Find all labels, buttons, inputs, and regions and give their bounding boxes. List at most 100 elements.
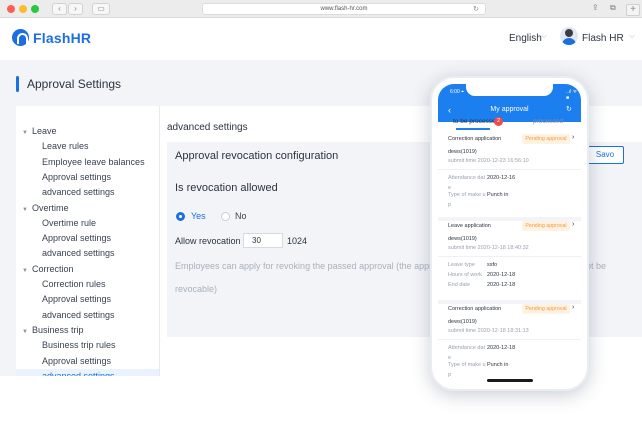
sidebar-group[interactable]: ▼ Leave <box>22 124 57 139</box>
applicant-name: dews(1019) <box>448 319 477 325</box>
sidebar-item-label: Employee leave balances <box>42 156 145 167</box>
sidebar-group[interactable]: ▼ Overtime <box>22 201 69 216</box>
sidebar-group[interactable]: ▼ Correction <box>22 262 74 277</box>
hint-text-line2: revocable) <box>175 284 218 294</box>
reload-icon[interactable]: ↻ <box>473 4 479 15</box>
divider <box>438 339 581 340</box>
field-value: Punch in <box>487 362 509 368</box>
chevron-right-icon[interactable]: › <box>572 134 574 141</box>
status-badge: Pending approval <box>522 221 570 231</box>
page-title: Approval Settings <box>27 77 122 91</box>
title-accent-bar <box>16 76 19 92</box>
sidebar-item[interactable]: advanced settings <box>16 368 159 376</box>
field-key: Type of make u <box>448 192 486 198</box>
user-menu[interactable]: Flash HR <box>582 33 624 44</box>
sidebar-item-label: advanced settings <box>42 187 115 198</box>
sidebar-item[interactable]: Approval settings <box>42 354 111 369</box>
language-selector[interactable]: English <box>509 33 542 44</box>
sidebar-toggle-icon[interactable]: ▭ <box>92 3 110 15</box>
sidebar-item[interactable]: Approval settings <box>42 292 111 307</box>
url-text: www.flash-hr.com <box>320 6 368 12</box>
divider <box>438 169 581 170</box>
sidebar-item[interactable]: Leave rules <box>42 139 89 154</box>
field-value: 2020-12-18 <box>487 272 516 278</box>
forward-icon[interactable]: › <box>68 3 83 15</box>
field-value: ssfo <box>487 262 498 268</box>
caret-down-icon: ▼ <box>22 267 28 274</box>
submit-time: submit time 2020-12-23 16:56:10 <box>448 158 529 164</box>
sidebar-item-label: Business trip <box>32 324 84 335</box>
sidebar-item[interactable]: Overtime rule <box>42 216 96 231</box>
application-type: Leave application <box>448 223 491 229</box>
field-key: Leave type <box>448 262 475 268</box>
field-key: p <box>448 202 452 208</box>
revocation-question: Is revocation allowed <box>175 182 278 194</box>
card-title: Approval revocation configuration <box>175 150 339 162</box>
caret-down-icon: ▼ <box>22 328 28 335</box>
save-button[interactable]: Savo <box>586 146 624 164</box>
phone-title: My approval <box>490 106 529 113</box>
maximize-window-button[interactable] <box>31 5 39 13</box>
sidebar-item-label: Correction <box>32 263 74 274</box>
revocation-days-input[interactable]: 30 <box>243 233 283 248</box>
field-key: e <box>448 185 452 191</box>
sidebar-item[interactable]: Approval settings <box>42 231 111 246</box>
sidebar-item-label: Approval settings <box>42 171 112 182</box>
radio-yes[interactable] <box>176 212 185 221</box>
field-key: Hours of work <box>448 272 482 278</box>
radio-yes-label[interactable]: Yes <box>191 211 206 221</box>
application-type: Correction application <box>448 306 502 312</box>
new-tab-button[interactable]: + <box>626 4 640 16</box>
sidebar-group[interactable]: ▼ Business trip <box>22 323 84 338</box>
share-icon[interactable]: ⇪ <box>592 3 599 12</box>
sidebar-item-label: Leave <box>32 126 57 136</box>
submit-time: submit time 2020-12-18 18:31:13 <box>448 328 529 334</box>
field-key: Attendance dat <box>448 175 486 181</box>
allow-revocation-label: Allow revocation <box>175 236 241 246</box>
sidebar-item-label: advanced settings <box>42 309 115 320</box>
active-tab-underline <box>456 128 490 130</box>
radio-no[interactable] <box>221 212 230 221</box>
chevron-down-icon[interactable]: ⌵ <box>541 31 547 41</box>
hint-text-tail: ot be <box>586 261 607 271</box>
caret-down-icon: ▼ <box>22 206 28 213</box>
field-key: End date <box>448 282 471 288</box>
sidebar-item[interactable]: Employee leave balances <box>42 155 145 170</box>
sidebar-item[interactable]: Business trip rules <box>42 338 116 353</box>
sidebar-item[interactable]: advanced settings <box>42 308 115 323</box>
caret-down-icon: ▼ <box>22 130 28 136</box>
field-value: Punch in <box>487 192 509 198</box>
sidebar-item-label: advanced settings <box>42 370 115 376</box>
radio-no-label[interactable]: No <box>235 211 247 221</box>
sidebar-item-label: Approval settings <box>42 355 112 366</box>
chevron-right-icon[interactable]: › <box>572 304 574 311</box>
tab-processed[interactable]: processed <box>533 118 563 125</box>
avatar[interactable] <box>560 27 578 45</box>
flashhr-logo-icon <box>12 29 29 46</box>
brand-name: FlashHR <box>33 30 92 46</box>
tab-to-be-processed[interactable]: to be processed <box>453 118 499 125</box>
sidebar-item-label: Business trip rules <box>42 340 116 351</box>
address-bar[interactable]: www.flash-hr.com ↻ <box>202 3 486 15</box>
tabs-overview-icon[interactable]: ⧉ <box>610 3 616 13</box>
minimize-window-button[interactable] <box>19 5 27 13</box>
field-key: p <box>448 372 452 378</box>
field-key: Attendance dat <box>448 345 486 351</box>
sidebar-item-label: Overtime <box>32 202 69 213</box>
status-badge: Pending approval <box>522 134 570 144</box>
sidebar-item[interactable]: advanced settings <box>42 185 115 200</box>
sidebar-item[interactable]: Correction rules <box>42 277 106 292</box>
chevron-down-icon[interactable]: ⌵ <box>629 31 635 41</box>
sidebar-item[interactable]: Approval settings <box>42 170 111 185</box>
phone-mockup: 6:00 ⌖ ..ıl ᯤ ■ ‹ My approval ↻ to be pr… <box>430 76 589 391</box>
close-window-button[interactable] <box>7 5 15 13</box>
chevron-right-icon[interactable]: › <box>572 221 574 228</box>
back-icon[interactable]: ‹ <box>52 3 67 15</box>
app-header: FlashHR English ⌵ Flash HR ⌵ <box>0 18 642 60</box>
field-key: Type of make u <box>448 362 486 368</box>
sidebar-item[interactable]: advanced settings <box>42 246 115 261</box>
sidebar-item-label: Overtime rule <box>42 217 97 228</box>
refresh-icon[interactable]: ↻ <box>566 105 572 113</box>
field-value: 2020-12-16 <box>487 175 516 181</box>
field-key: e <box>448 355 452 361</box>
